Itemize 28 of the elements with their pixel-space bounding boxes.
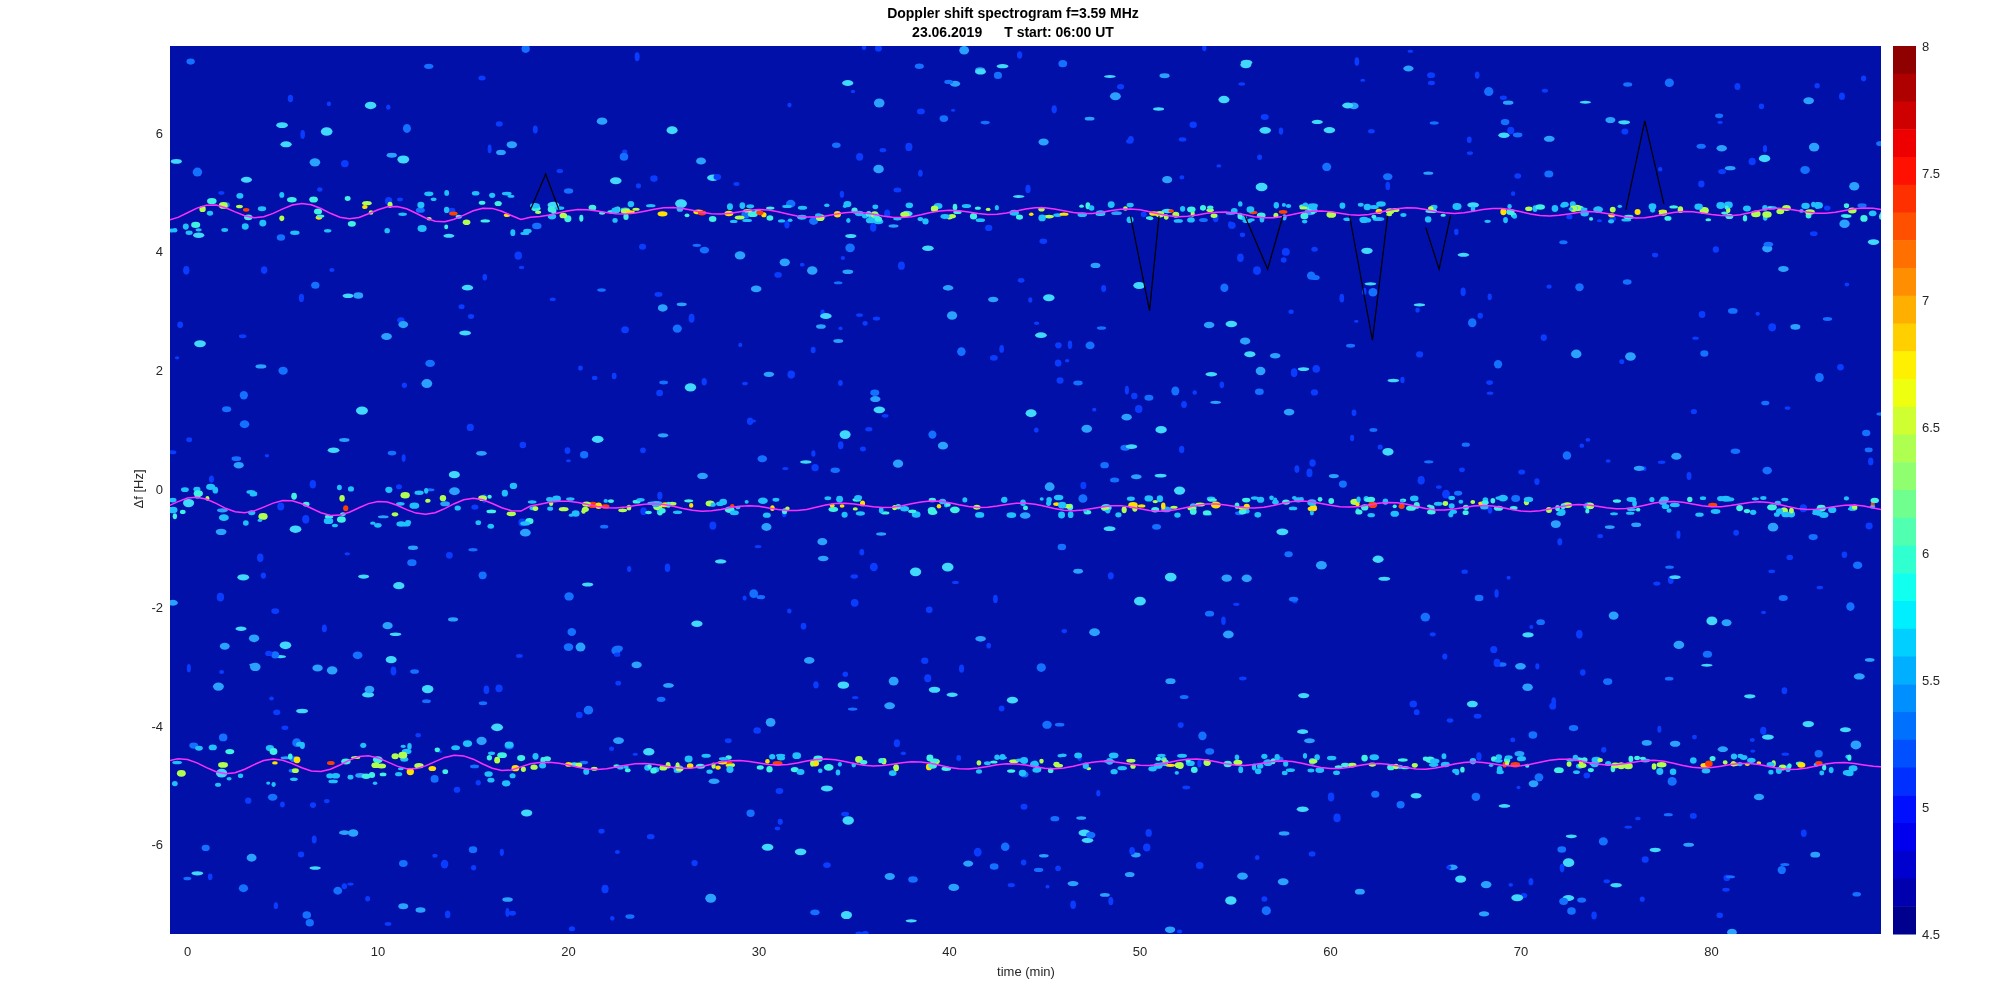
colorbar-tick-label: 6.5 [1922,419,1941,435]
axis-tick-label: 10 [370,944,386,959]
axis-tick-label: 0 [183,944,192,959]
axis-tick-label: 20 [561,944,576,959]
colorbar-tick-label: 6 [1922,546,1930,562]
axis-label: Δf [Hz] [131,469,146,509]
chart-subtitle: 23.06.2019 T start: 06:00 UT [912,24,1114,40]
colorbar-tick-label: 8 [1922,39,1930,54]
axis-tick-label: 0 [155,481,163,497]
axis-tick-label: 80 [1704,944,1719,959]
colorbar-tick-label: 5.5 [1922,673,1941,689]
axis-tick-label: -4 [151,718,163,734]
axis-tick-label: 60 [1323,944,1338,959]
colorbar-tick-label: 5 [1922,800,1930,816]
colorbar-tick-label: 7.5 [1922,165,1941,181]
axis-tick-label: 30 [751,944,767,959]
axis-tick-label: 50 [1132,944,1148,959]
axis-tick-label: 70 [1513,944,1529,959]
axis-tick-label: 4 [155,244,163,260]
axis-tick-label: -6 [151,837,163,853]
chart-title: Doppler shift spectrogram f=3.59 MHz [887,5,1139,21]
axis-tick-label: 40 [942,944,957,959]
colorbar-tick-label: 7 [1922,292,1930,308]
axis-tick-label: 2 [155,362,163,378]
axis-tick-label: 6 [155,125,163,141]
axis-label: time (min) [997,964,1055,979]
axis-tick-label: -2 [151,600,163,616]
colorbar-tick-label: 4.5 [1922,927,1941,942]
